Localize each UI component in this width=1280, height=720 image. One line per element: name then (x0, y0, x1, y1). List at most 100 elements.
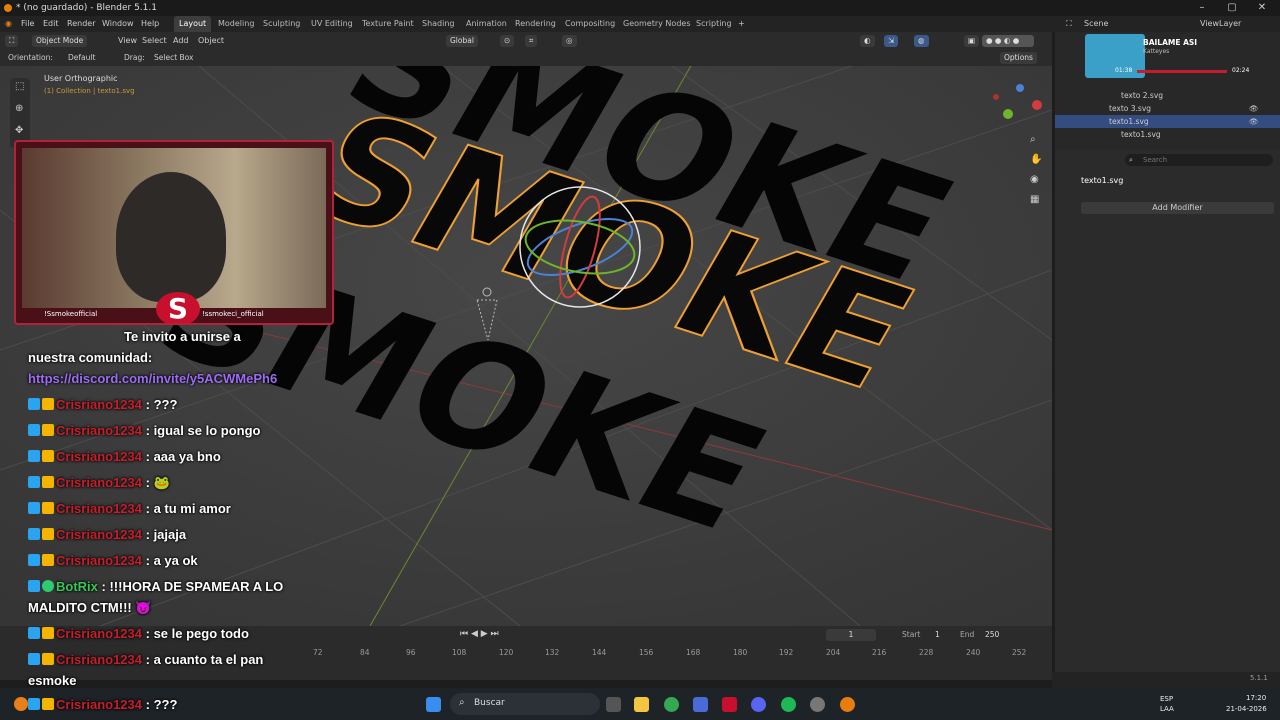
song-total: 02:24 (1232, 67, 1250, 74)
drag-selector[interactable]: Select Box (154, 50, 193, 66)
menu-edit[interactable]: Edit (43, 16, 59, 32)
input-language[interactable]: ESP (1160, 695, 1173, 703)
song-progress-bar (1137, 70, 1227, 73)
orientation-label: Orientation: (8, 53, 53, 62)
channel-logo: S (156, 292, 200, 323)
minimize-button[interactable]: – (1187, 0, 1217, 16)
ortho-toggle-icon[interactable]: ▦ (1030, 194, 1039, 205)
status-bar: 5.1.1 (1052, 672, 1280, 688)
discord-icon[interactable] (751, 697, 766, 712)
outliner-item-selected[interactable]: texto1.svg 👁 (1055, 115, 1280, 128)
blender-menu-icon[interactable]: ◉ (5, 16, 12, 32)
outliner-panel[interactable]: BAILAME ASI Katteyes 01:38 02:24 texto 2… (1055, 32, 1280, 150)
end-frame-field[interactable]: 250 (985, 630, 999, 639)
camera-view-icon[interactable]: ◉ (1030, 174, 1039, 185)
chrome-icon[interactable] (664, 697, 679, 712)
view-name: User Orthographic (44, 74, 118, 83)
mode-selector[interactable]: Object Mode (32, 35, 88, 47)
tab-scripting[interactable]: Scripting (691, 16, 737, 32)
windows-taskbar: Crisriano1234 : ??? ⌕ Buscar ESP LAA 17:… (0, 688, 1280, 720)
outliner-item[interactable]: texto 3.svg 👁 (1055, 102, 1280, 115)
tab-compositing[interactable]: Compositing (560, 16, 620, 32)
outliner-item[interactable]: texto 2.svg (1055, 89, 1280, 102)
visibility-icon[interactable]: ◐ (860, 35, 875, 47)
tab-rendering[interactable]: Rendering (510, 16, 561, 32)
current-frame-field[interactable]: 1 (826, 629, 876, 641)
store-icon[interactable] (693, 697, 708, 712)
menu-select[interactable]: Select (142, 32, 167, 50)
blender-window: * (no guardado) - Blender 5.1.1 – ▢ ✕ ◉ … (0, 0, 1280, 720)
move-tool-icon[interactable]: ✥ (15, 125, 23, 136)
pan-hand-icon[interactable]: ✋ (1030, 154, 1042, 165)
editor-type-icon[interactable]: ⛶ (5, 35, 19, 47)
overlay-toggle-icon[interactable]: ◍ (914, 35, 929, 47)
tab-animation[interactable]: Animation (461, 16, 512, 32)
tab-uv-editing[interactable]: UV Editing (306, 16, 358, 32)
shading-modes[interactable]: ● ● ◐ ● (982, 35, 1034, 47)
menu-help[interactable]: Help (141, 16, 159, 32)
file-explorer-icon[interactable] (634, 697, 649, 712)
tab-layout[interactable]: Layout (174, 16, 212, 32)
clock-time[interactable]: 17:20 (1246, 694, 1266, 702)
menu-view[interactable]: View (118, 32, 137, 50)
properties-search[interactable]: ⌕ Search (1125, 154, 1273, 166)
handle-right: !ssmokeci_official (202, 310, 264, 318)
taskbar-search[interactable]: ⌕ Buscar (450, 693, 600, 715)
tab-sculpting[interactable]: Sculpting (258, 16, 305, 32)
chat-link[interactable]: https://discord.com/invite/y5ACWMePh6 (28, 371, 277, 386)
eye-icon: 👁 (1249, 117, 1259, 126)
close-button[interactable]: ✕ (1247, 0, 1277, 16)
streamer-figure (116, 172, 226, 302)
weather-icon[interactable] (14, 697, 28, 711)
scene-selector[interactable]: Scene (1084, 16, 1108, 32)
gizmo-toggle-icon[interactable]: ⇲ (884, 35, 899, 47)
chat-message: Crisriano1234 : ??? (28, 397, 177, 412)
song-elapsed: 01:38 (1115, 67, 1133, 74)
orientation-selector[interactable]: Default (68, 50, 95, 66)
zoom-icon[interactable]: ⌕ (1030, 134, 1036, 145)
handle-left: !Ssmokeofficial (44, 310, 98, 318)
chat-message: Crisriano1234 : 🐸 (28, 475, 170, 491)
add-workspace-button[interactable]: + (738, 16, 745, 32)
chat-message: Crisriano1234 : se le pego todo (28, 626, 249, 641)
song-title: BAILAME ASI (1143, 38, 1198, 47)
adobe-icon[interactable] (722, 697, 737, 712)
add-modifier-button[interactable]: Add Modifier (1081, 202, 1274, 214)
chat-message: Crisriano1234 : aaa ya bno (28, 449, 221, 464)
transform-orientation[interactable]: Global (446, 35, 478, 47)
tab-geometry-nodes[interactable]: Geometry Nodes (618, 16, 695, 32)
blender-logo-icon (4, 4, 12, 12)
start-menu-icon[interactable] (426, 697, 441, 712)
window-title: * (no guardado) - Blender 5.1.1 (16, 3, 157, 13)
maximize-button[interactable]: ▢ (1217, 0, 1247, 16)
playback-controls[interactable]: ⏮ ◀ ▶ ⏭ (460, 629, 499, 639)
spotify-icon[interactable] (781, 697, 796, 712)
options-dropdown[interactable]: Options (1000, 52, 1037, 64)
menu-object[interactable]: Object (198, 32, 224, 50)
menu-render[interactable]: Render (67, 16, 95, 32)
outliner-item[interactable]: texto1.svg (1055, 128, 1280, 141)
proportional-edit-icon[interactable]: ◎ (562, 35, 577, 47)
snap-icon[interactable]: ⌗ (525, 35, 538, 47)
chat-message-bot: BotRix : !!!HORA DE SPAMEAR A LO (28, 579, 283, 594)
chat-line: esmoke (28, 673, 77, 688)
tab-shading[interactable]: Shading (417, 16, 460, 32)
menu-window[interactable]: Window (102, 16, 134, 32)
clock-date[interactable]: 21-04-2026 (1226, 705, 1267, 713)
menu-file[interactable]: File (21, 16, 34, 32)
blender-taskbar-icon[interactable] (840, 697, 855, 712)
task-view-icon[interactable] (606, 697, 621, 712)
view-layer-selector[interactable]: ViewLayer (1200, 16, 1241, 32)
toolbar-panel: ⬚ ⊕ ✥ (10, 78, 30, 148)
start-frame-field[interactable]: 1 (935, 630, 940, 639)
select-tool-icon[interactable]: ⬚ (15, 81, 24, 92)
cursor-tool-icon[interactable]: ⊕ (15, 103, 23, 114)
menu-add[interactable]: Add (173, 32, 189, 50)
input-region[interactable]: LAA (1160, 705, 1174, 713)
song-artist: Katteyes (1143, 48, 1170, 55)
xray-toggle-icon[interactable]: ▣ (964, 35, 980, 47)
tab-modeling[interactable]: Modeling (213, 16, 259, 32)
tab-texture-paint[interactable]: Texture Paint (357, 16, 419, 32)
obs-icon[interactable] (810, 697, 825, 712)
pivot-icon[interactable]: ⊙ (500, 35, 515, 47)
